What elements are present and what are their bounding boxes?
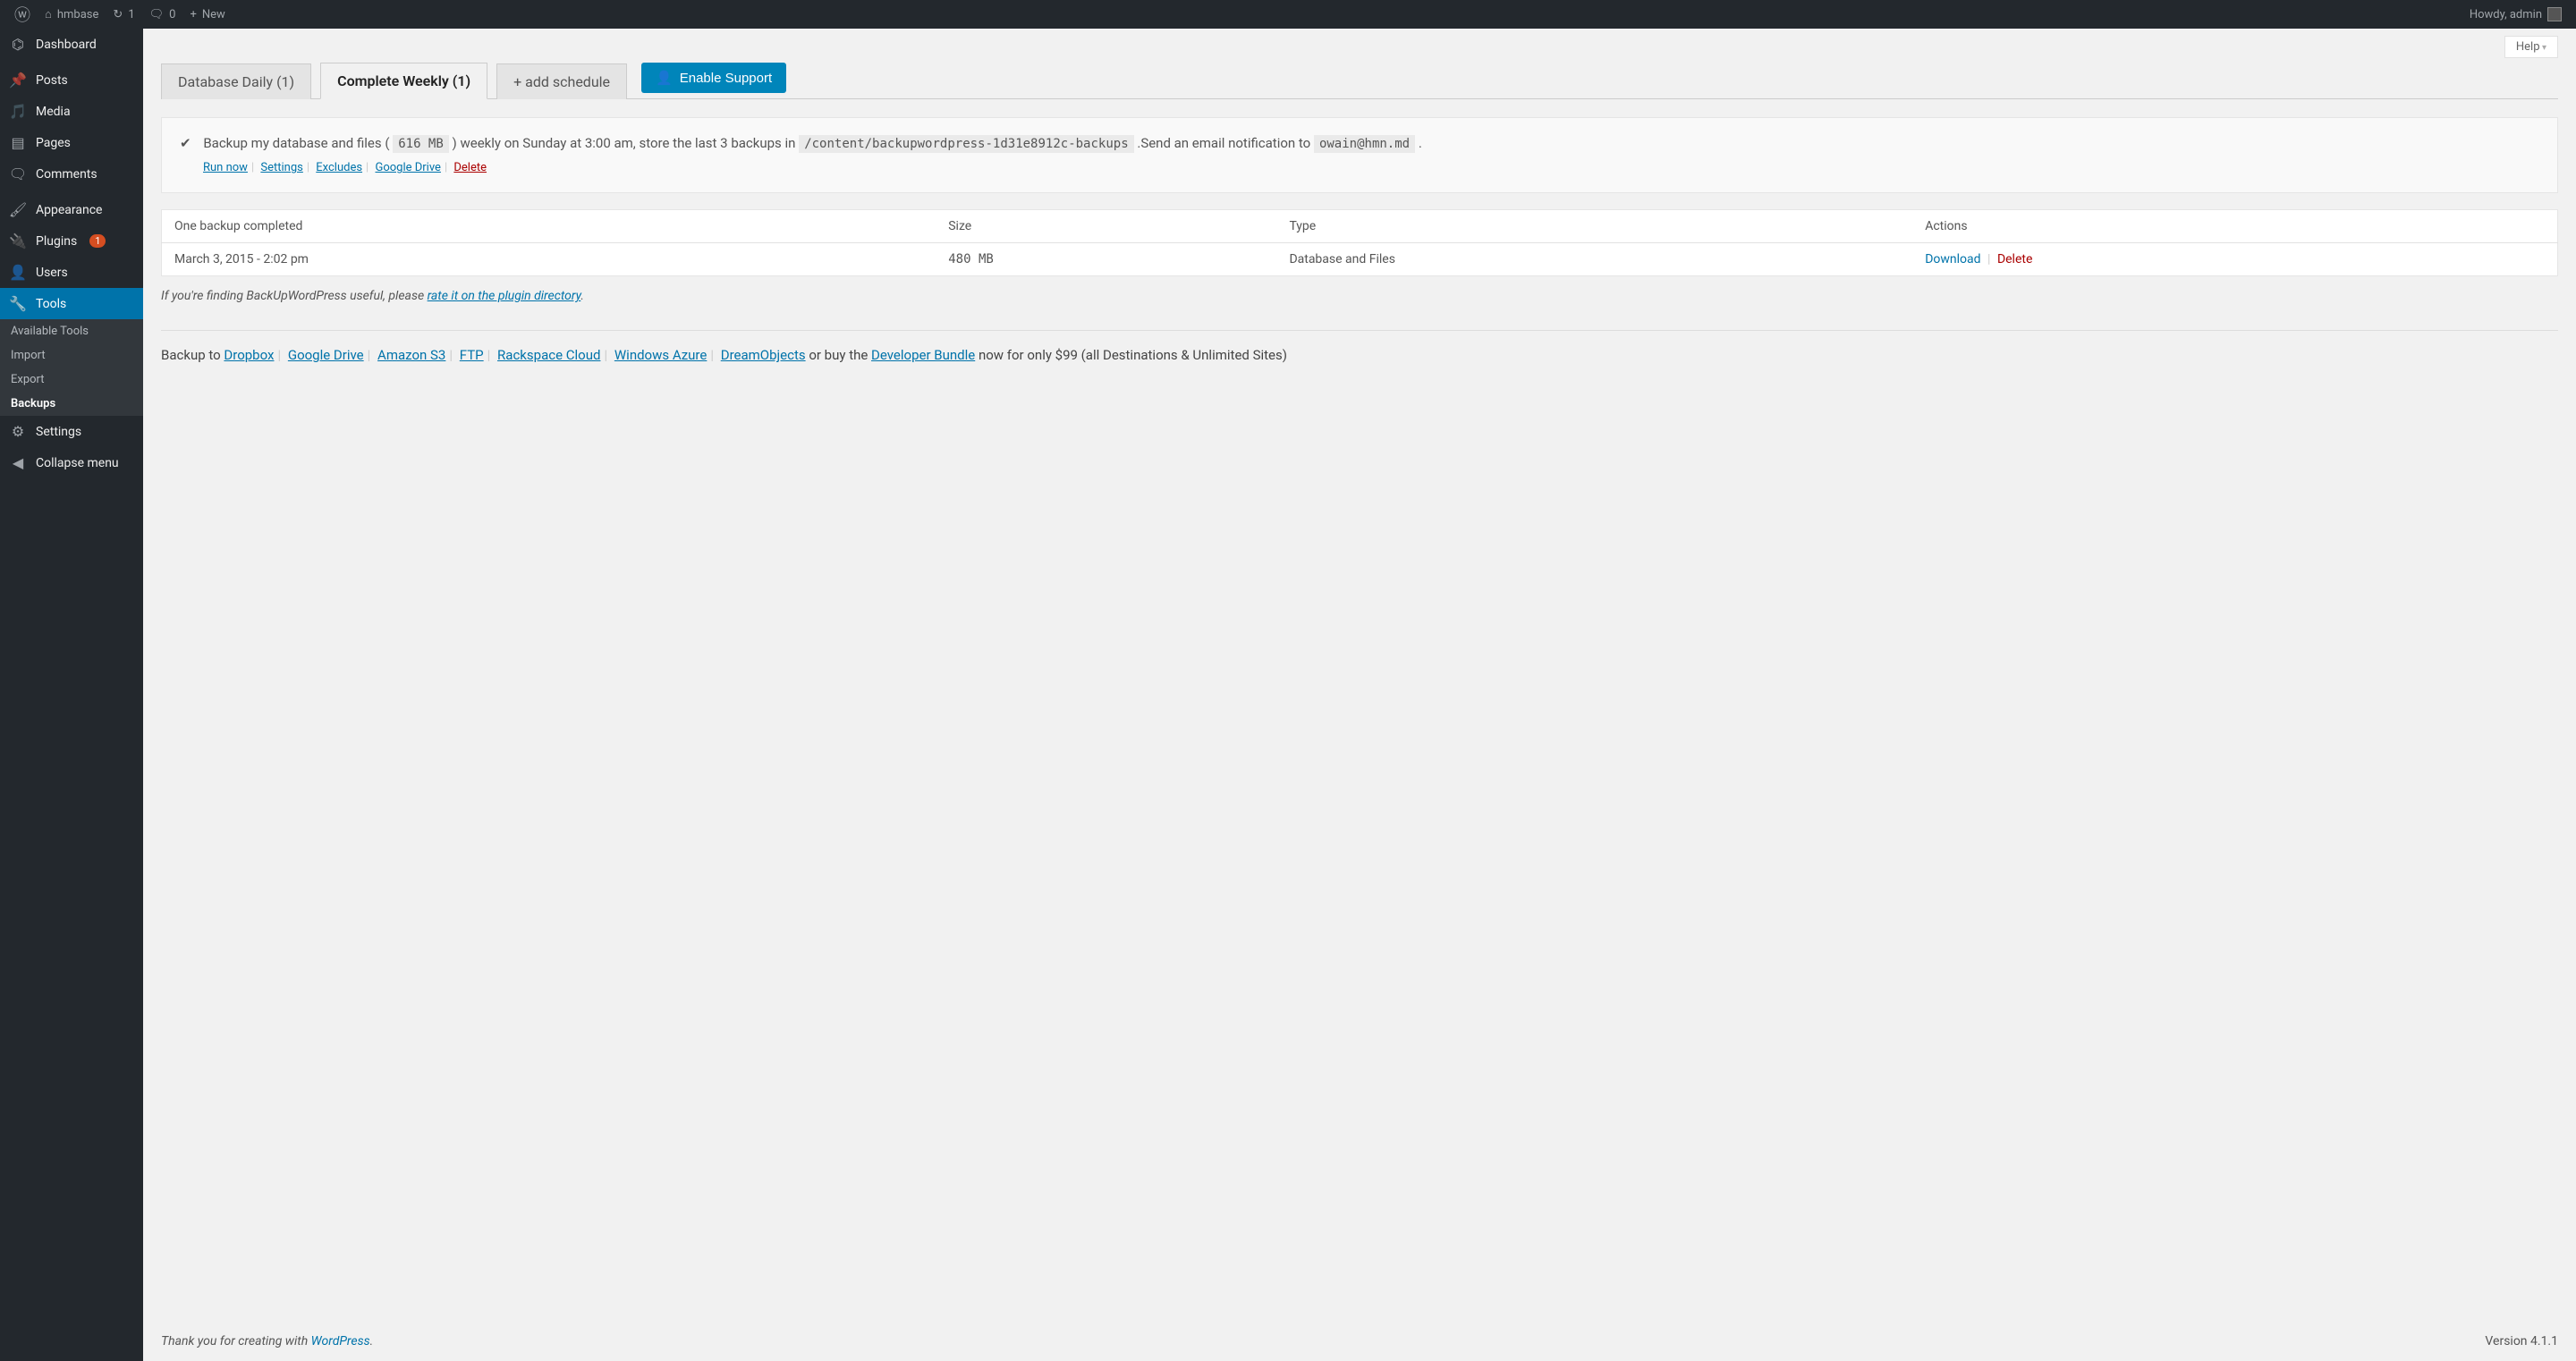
user-icon: 👤 xyxy=(656,70,673,86)
tab-add-schedule[interactable]: + add schedule xyxy=(496,63,627,99)
action-delete[interactable]: Delete xyxy=(1997,252,2032,266)
sidebar-item-dashboard[interactable]: ⌬Dashboard xyxy=(0,29,143,60)
page-icon: ▤ xyxy=(9,134,27,151)
enable-support-button[interactable]: 👤Enable Support xyxy=(641,63,786,93)
schedule-tabs: Database Daily (1) Complete Weekly (1) +… xyxy=(161,38,2558,99)
home-icon: ⌂ xyxy=(45,7,52,21)
pin-icon: 📌 xyxy=(9,72,27,89)
refresh-icon: ↻ xyxy=(113,8,123,21)
link-delete-schedule[interactable]: Delete xyxy=(453,161,487,174)
sidebar-tools-submenu: Available Tools Import Export Backups xyxy=(0,319,143,416)
cell-date: March 3, 2015 - 2:02 pm xyxy=(162,243,936,276)
sidebar-item-comments[interactable]: 🗨Comments xyxy=(0,158,143,190)
link-dreamobjects[interactable]: DreamObjects xyxy=(721,347,806,363)
avatar xyxy=(2547,7,2562,21)
divider xyxy=(161,330,2558,331)
link-developer-bundle[interactable]: Developer Bundle xyxy=(871,347,975,363)
link-settings[interactable]: Settings xyxy=(260,161,302,174)
plug-icon: 🔌 xyxy=(9,232,27,249)
link-dropbox[interactable]: Dropbox xyxy=(224,347,274,363)
dashboard-icon: ⌬ xyxy=(9,36,27,53)
link-amazon-s3[interactable]: Amazon S3 xyxy=(377,347,445,363)
sliders-icon: ⚙ xyxy=(9,423,27,440)
action-download[interactable]: Download xyxy=(1925,252,1980,266)
sidebar-item-users[interactable]: 👤Users xyxy=(0,257,143,288)
comments-indicator[interactable]: 🗨0 xyxy=(142,0,183,29)
link-rackspace[interactable]: Rackspace Cloud xyxy=(497,347,600,363)
cell-actions: Download | Delete xyxy=(1912,243,2557,276)
sidebar-sub-import[interactable]: Import xyxy=(0,343,143,368)
backups-table: One backup completed Size Type Actions M… xyxy=(161,209,2558,276)
account-greeting[interactable]: Howdy, admin xyxy=(2462,0,2569,29)
desc-path: /content/backupwordpress-1d31e8912c-back… xyxy=(799,135,1133,153)
link-google-drive-dest[interactable]: Google Drive xyxy=(288,347,364,363)
check-icon: ✔ xyxy=(180,135,191,151)
help-tab[interactable]: Help xyxy=(2504,36,2558,58)
version-label: Version 4.1.1 xyxy=(2485,1334,2558,1348)
comment-icon: 🗨 xyxy=(9,165,27,182)
destinations-line: Backup to Dropbox| Google Drive| Amazon … xyxy=(161,347,2558,363)
tab-complete-weekly[interactable]: Complete Weekly (1) xyxy=(320,63,487,99)
link-excludes[interactable]: Excludes xyxy=(316,161,362,174)
sidebar-item-posts[interactable]: 📌Posts xyxy=(0,64,143,96)
desc-text-mid2: .Send an email notification to xyxy=(1137,135,1314,151)
collapse-icon: ◀ xyxy=(9,454,27,471)
wp-logo[interactable]: ⓦ xyxy=(7,0,38,29)
tab-database-daily[interactable]: Database Daily (1) xyxy=(161,63,311,99)
sidebar-item-media[interactable]: 🎵Media xyxy=(0,96,143,127)
th-status: One backup completed xyxy=(162,210,936,243)
wrench-icon: 🔧 xyxy=(9,295,27,312)
desc-text-mid1: ) weekly on Sunday at 3:00 am, store the… xyxy=(453,135,800,151)
th-actions: Actions xyxy=(1912,210,2557,243)
admin-bar: ⓦ ⌂hmbase ↻1 🗨0 +New Howdy, admin xyxy=(0,0,2576,29)
desc-size: 616 MB xyxy=(393,135,449,153)
admin-sidebar: ⌬Dashboard 📌Posts 🎵Media ▤Pages 🗨Comment… xyxy=(0,29,143,1361)
user-icon: 👤 xyxy=(9,264,27,281)
sidebar-item-collapse[interactable]: ◀Collapse menu xyxy=(0,447,143,478)
sidebar-sub-available-tools[interactable]: Available Tools xyxy=(0,319,143,343)
updates[interactable]: ↻1 xyxy=(106,0,141,29)
th-type: Type xyxy=(1276,210,1912,243)
cell-type: Database and Files xyxy=(1276,243,1912,276)
main-content: Help Database Daily (1) Complete Weekly … xyxy=(143,29,2576,1361)
plugins-badge: 1 xyxy=(89,234,106,248)
sidebar-item-appearance[interactable]: 🖌Appearance xyxy=(0,194,143,225)
desc-text-end: . xyxy=(1419,135,1422,151)
sidebar-sub-backups[interactable]: Backups xyxy=(0,392,143,416)
sidebar-item-plugins[interactable]: 🔌Plugins1 xyxy=(0,225,143,257)
sidebar-sub-export[interactable]: Export xyxy=(0,368,143,392)
table-row: March 3, 2015 - 2:02 pm 480 MB Database … xyxy=(162,243,2558,276)
sidebar-item-settings[interactable]: ⚙Settings xyxy=(0,416,143,447)
desc-email: owain@hmn.md xyxy=(1314,135,1415,153)
desc-text-pre: Backup my database and files ( xyxy=(203,135,389,151)
schedule-description: ✔ Backup my database and files ( 616 MB … xyxy=(161,117,2558,193)
link-ftp[interactable]: FTP xyxy=(460,347,484,363)
brush-icon: 🖌 xyxy=(9,201,27,218)
media-icon: 🎵 xyxy=(9,103,27,120)
sidebar-item-tools[interactable]: 🔧Tools xyxy=(0,288,143,319)
link-azure[interactable]: Windows Azure xyxy=(614,347,707,363)
link-rate-plugin[interactable]: rate it on the plugin directory xyxy=(428,289,581,303)
rate-prompt: If you're finding BackUpWordPress useful… xyxy=(161,289,2558,303)
site-name[interactable]: ⌂hmbase xyxy=(38,0,106,29)
sidebar-item-pages[interactable]: ▤Pages xyxy=(0,127,143,158)
footer: Thank you for creating with WordPress. V… xyxy=(161,1334,2558,1348)
cell-size: 480 MB xyxy=(936,243,1276,276)
link-wordpress[interactable]: WordPress xyxy=(311,1334,370,1348)
comment-icon: 🗨 xyxy=(149,8,165,21)
new-content[interactable]: +New xyxy=(182,0,232,29)
th-size: Size xyxy=(936,210,1276,243)
link-run-now[interactable]: Run now xyxy=(203,161,248,174)
plus-icon: + xyxy=(190,8,196,21)
link-google-drive[interactable]: Google Drive xyxy=(375,161,440,174)
